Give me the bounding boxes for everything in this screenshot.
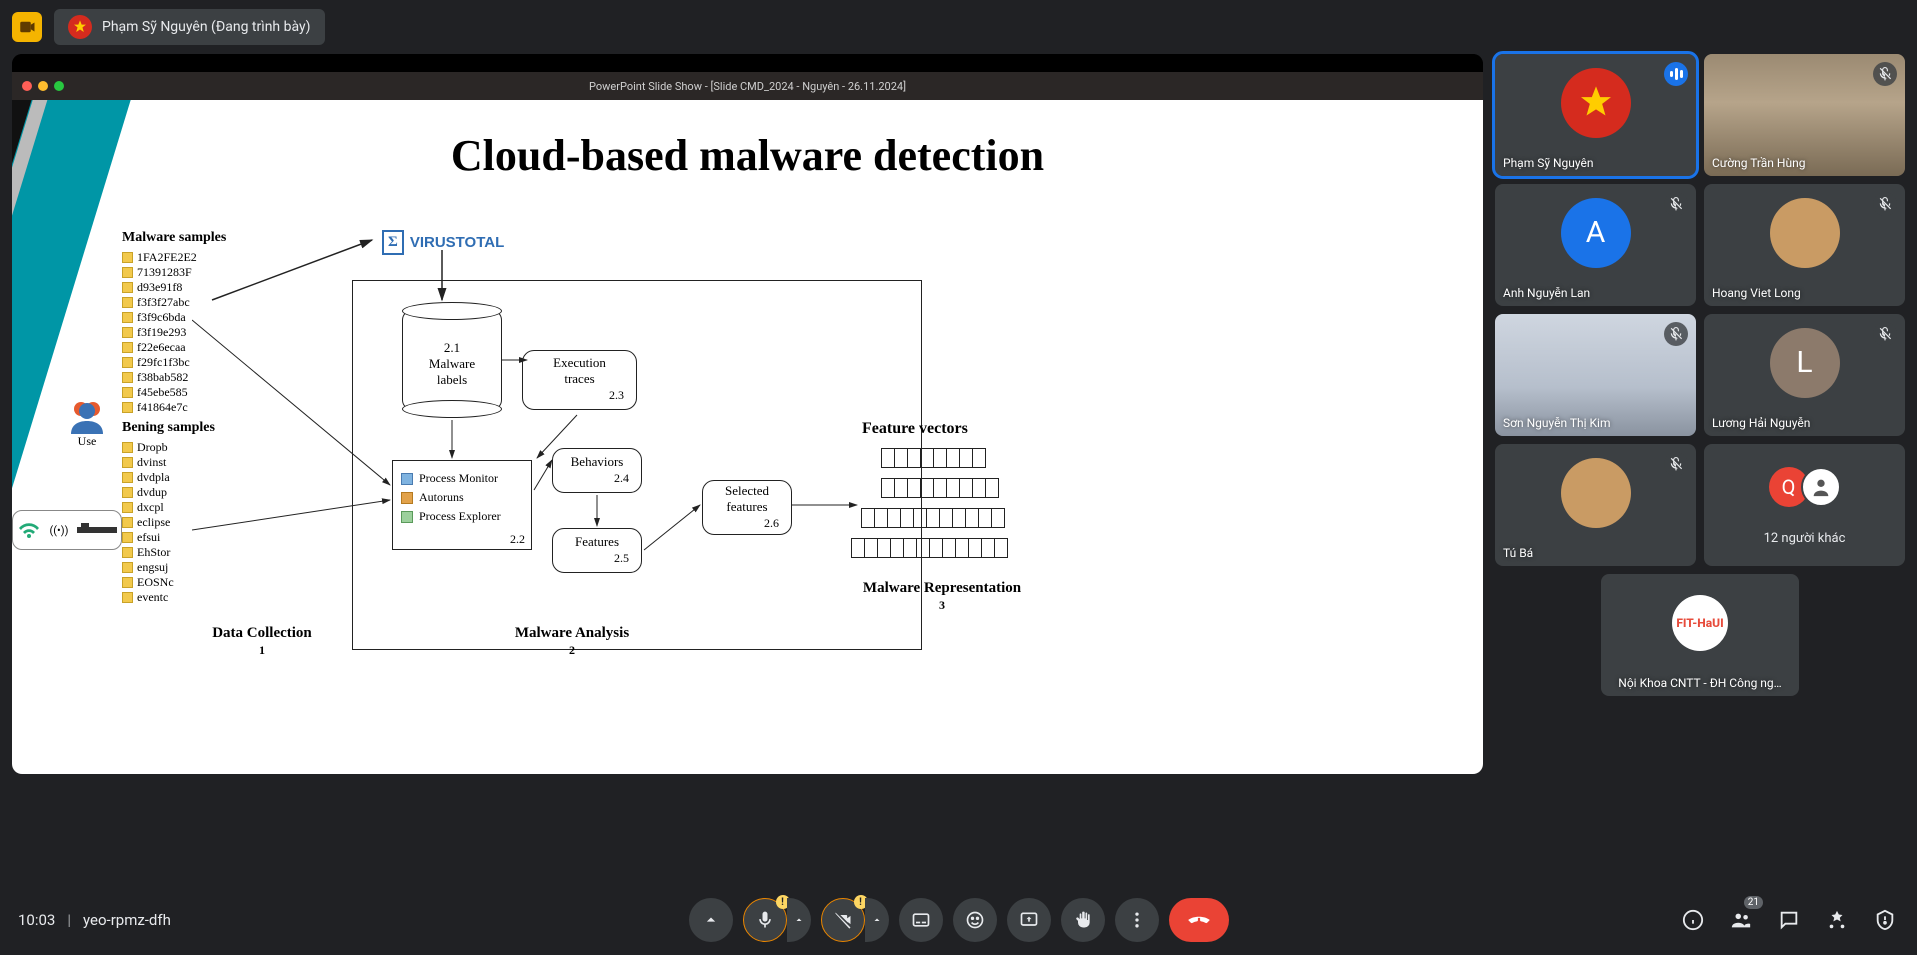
malware-labels-db: 2.1 Malware labels — [402, 310, 502, 410]
feature-vectors-title: Feature vectors — [862, 420, 968, 438]
captions-button[interactable] — [899, 898, 943, 942]
activities-button[interactable] — [1823, 906, 1851, 934]
more-options-button[interactable] — [1115, 898, 1159, 942]
camera-options[interactable] — [865, 898, 889, 942]
participant-tile[interactable]: Q12 người khác — [1704, 444, 1905, 566]
presenter-avatar — [68, 15, 92, 39]
raise-hand-button[interactable] — [1061, 898, 1105, 942]
present-button[interactable] — [1007, 898, 1051, 942]
participant-tile[interactable]: LLương Hải Nguyễn — [1704, 314, 1905, 436]
arrow-up-button[interactable] — [689, 898, 733, 942]
participant-tile[interactable]: Sơn Nguyễn Thị Kim — [1495, 314, 1696, 436]
muted-icon — [1664, 452, 1688, 476]
host-controls-button[interactable] — [1871, 906, 1899, 934]
participant-tile-roster[interactable]: FIT-HaUI Nội Khoa CNTT - ĐH Công ng… — [1601, 574, 1799, 696]
tools-box: Process Monitor Autoruns Process Explore… — [392, 460, 532, 550]
presenter-name: Phạm Sỹ Nguyên (Đang trình bày) — [102, 19, 311, 35]
meeting-time: 10:03 — [18, 911, 55, 929]
app-icon[interactable] — [12, 12, 42, 42]
participant-tile[interactable]: Cường Trần Hùng — [1704, 54, 1905, 176]
muted-icon — [1664, 192, 1688, 216]
mic-options[interactable] — [787, 898, 811, 942]
meeting-details-button[interactable] — [1679, 906, 1707, 934]
section-3-label: Malware Representation — [863, 580, 1021, 596]
bottom-bar: 10:03 | yeo-rpmz-dfh ! ! — [0, 885, 1917, 955]
participant-tile[interactable]: Hoang Viet Long — [1704, 184, 1905, 306]
participant-tile[interactable]: Tú Bá — [1495, 444, 1696, 566]
chat-button[interactable] — [1775, 906, 1803, 934]
reactions-button[interactable] — [953, 898, 997, 942]
benign-samples-list: Bening samples Dropbdvinstdvdpladvdupdxc… — [122, 420, 215, 605]
execution-traces-box: Execution traces 2.3 — [522, 350, 637, 410]
people-button[interactable]: 21 — [1727, 906, 1755, 934]
muted-icon — [1664, 322, 1688, 346]
participant-tile[interactable]: Phạm Sỹ Nguyên — [1495, 54, 1696, 176]
camera-off-button[interactable]: ! — [821, 898, 865, 942]
selected-features-box: Selected features2.6 — [702, 480, 792, 535]
wifi-icon: ((•)) — [12, 510, 122, 550]
shared-slide[interactable]: PowerPoint Slide Show - [Slide CMD_2024 … — [12, 54, 1483, 774]
window-title: PowerPoint Slide Show - [Slide CMD_2024 … — [589, 80, 906, 93]
section-2-label: Malware Analysis — [515, 625, 629, 641]
section-1-label: Data Collection — [212, 625, 312, 641]
user-icon: Use — [62, 400, 112, 450]
behaviors-box: Behaviors2.4 — [552, 448, 642, 493]
muted-icon — [1873, 62, 1897, 86]
muted-icon — [1873, 192, 1897, 216]
muted-icon — [1873, 322, 1897, 346]
leave-call-button[interactable] — [1169, 898, 1229, 942]
participant-tile[interactable]: AAnh Nguyễn Lan — [1495, 184, 1696, 306]
slide-title: Cloud-based malware detection — [12, 130, 1483, 181]
features-box: Features2.5 — [552, 528, 642, 573]
speaking-icon — [1664, 62, 1688, 86]
participants-grid: Phạm Sỹ NguyênCường Trần HùngAAnh Nguyễn… — [1495, 54, 1905, 566]
window-traffic-lights — [22, 81, 64, 91]
presenter-chip[interactable]: Phạm Sỹ Nguyên (Đang trình bày) — [54, 9, 325, 45]
mic-button[interactable]: ! — [743, 898, 787, 942]
meeting-code: yeo-rpmz-dfh — [83, 911, 171, 929]
